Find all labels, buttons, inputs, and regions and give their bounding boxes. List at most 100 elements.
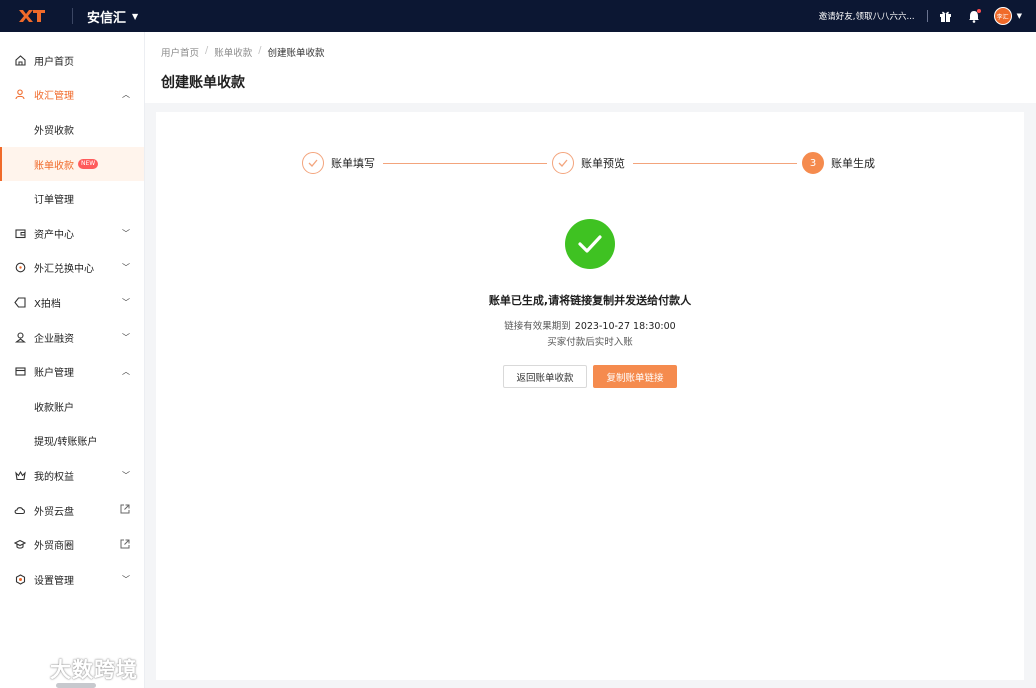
chevron-down-icon: ﹀ [122, 332, 130, 342]
result-card: 账单填写 账单预览 3 账单生成 账单已生成,请将链接复制并发送给付款人 链接有… [156, 112, 1024, 680]
chevron-down-icon: ﹀ [122, 297, 130, 307]
sidebar-item-settings[interactable]: 设置管理 ﹀ [0, 562, 144, 597]
sidebar-item-label: 收款账户 [34, 402, 74, 414]
sidebar-item-label: 企业融资 [34, 333, 74, 345]
page-header: 用户首页 / 账单收款 / 创建账单收款 创建账单收款 [145, 32, 1036, 103]
new-badge: NEW [78, 159, 99, 170]
watermark-text: 大数跨境 [50, 658, 138, 682]
brand-name[interactable]: 安信汇 [87, 7, 126, 26]
settings-icon [14, 573, 26, 585]
sidebar-item-cloud-drive[interactable]: 外贸云盘 [0, 493, 144, 528]
sidebar-item-label: 外贸收款 [34, 125, 74, 137]
check-icon [552, 152, 574, 174]
breadcrumb-separator: / [205, 45, 209, 56]
steps: 账单填写 账单预览 3 账单生成 [302, 152, 878, 176]
step-fill: 账单填写 [302, 152, 375, 174]
top-bar: 安信汇 ▼ 邀请好友,领取八八六六... 李汇 ▼ [0, 0, 1036, 32]
result-title: 账单已生成,请将链接复制并发送给付款人 [488, 294, 692, 307]
breadcrumb-item-home[interactable]: 用户首页 [161, 45, 199, 59]
tag-icon [14, 296, 26, 308]
success-check-icon [565, 219, 615, 269]
finance-icon [14, 331, 26, 343]
sidebar-item-fx[interactable]: 外汇兑换中心 ﹀ [0, 251, 144, 286]
sidebar-item-label: 账户管理 [34, 368, 74, 380]
sidebar-item-assets[interactable]: 资产中心 ﹀ [0, 216, 144, 251]
watermark-logo-icon [8, 661, 44, 677]
step-label: 账单填写 [331, 157, 375, 170]
breadcrumb: 用户首页 / 账单收款 / 创建账单收款 [161, 45, 324, 59]
sidebar-item-label: 订单管理 [34, 195, 74, 207]
breadcrumb-item-current: 创建账单收款 [267, 48, 325, 59]
home-icon [14, 54, 26, 66]
watermark: 大数跨境 [8, 654, 138, 684]
expiry-label: 链接有效果期到 [504, 321, 571, 332]
external-link-icon [120, 539, 130, 551]
graduation-icon [14, 539, 26, 551]
sidebar-item-label: 外贸云盘 [34, 506, 74, 518]
sidebar-item-withdraw-accounts[interactable]: 提现/转账账户 [0, 424, 144, 459]
caret-down-icon[interactable]: ▼ [1017, 12, 1022, 20]
result-note: 买家付款后实时入账 [547, 337, 633, 348]
sidebar-item-label: 收汇管理 [34, 91, 74, 103]
sidebar-item-label: 我的权益 [34, 471, 74, 483]
xt-logo-icon [19, 10, 45, 22]
step-preview: 账单预览 [552, 152, 625, 174]
check-icon [302, 152, 324, 174]
sidebar-item-label: 设置管理 [34, 575, 74, 587]
external-link-icon [120, 504, 130, 516]
avatar[interactable]: 李汇 [993, 7, 1012, 25]
sidebar-item-home[interactable]: 用户首页 [0, 43, 144, 78]
chevron-down-icon: ﹀ [122, 470, 130, 480]
sidebar: 用户首页 收汇管理 ︿ 外贸收款 账单收款 NEW 订单管理 资产中心 ﹀ 外汇… [0, 32, 145, 688]
card-icon [14, 366, 26, 378]
step-label: 账单预览 [581, 157, 625, 170]
step-generate: 3 账单生成 [802, 152, 875, 174]
sidebar-item-label: 提现/转账账户 [34, 437, 98, 449]
sidebar-item-business-circle[interactable]: 外贸商圈 [0, 527, 144, 562]
back-to-bill-button[interactable]: 返回账单收款 [503, 365, 587, 388]
crown-icon [14, 469, 26, 481]
step-connector [383, 163, 547, 164]
sidebar-item-bill-collection[interactable]: 账单收款 NEW [0, 146, 144, 182]
sidebar-item-benefits[interactable]: 我的权益 ﹀ [0, 458, 144, 493]
breadcrumb-item-bill[interactable]: 账单收款 [214, 45, 252, 59]
chevron-down-icon: ﹀ [122, 228, 130, 238]
chevron-up-icon: ︿ [122, 367, 130, 377]
notification-dot [976, 9, 981, 13]
gift-icon[interactable] [938, 8, 954, 24]
breadcrumb-separator: / [258, 45, 262, 56]
chevron-up-icon: ︿ [122, 90, 130, 100]
sidebar-item-financing[interactable]: 企业融资 ﹀ [0, 320, 144, 355]
step-connector [633, 163, 797, 164]
sidebar-item-x-partner[interactable]: X拍档 ﹀ [0, 285, 144, 320]
sidebar-item-orders[interactable]: 订单管理 [0, 181, 144, 216]
divider [926, 10, 928, 22]
sidebar-item-label: 用户首页 [34, 56, 74, 68]
sidebar-item-collection[interactable]: 收汇管理 ︿ [0, 78, 144, 113]
sidebar-item-label: 外汇兑换中心 [34, 264, 94, 276]
expiry-date: 2023-10-27 18:30:00 [574, 321, 676, 332]
caret-down-icon[interactable]: ▼ [132, 12, 138, 21]
sidebar-item-label: 外贸商圈 [34, 541, 74, 553]
sidebar-item-receiving-accounts[interactable]: 收款账户 [0, 389, 144, 424]
sidebar-item-accounts[interactable]: 账户管理 ︿ [0, 354, 144, 389]
sidebar-item-label: X拍档 [34, 298, 61, 310]
sidebar-item-label: 资产中心 [34, 229, 74, 241]
scrollbar-thumb[interactable] [56, 683, 96, 688]
bell-icon[interactable] [966, 8, 982, 24]
copy-link-button[interactable]: 复制账单链接 [593, 365, 677, 388]
chevron-down-icon: ﹀ [122, 263, 130, 273]
user-icon [14, 89, 26, 101]
wallet-icon [14, 227, 26, 239]
sidebar-item-trade-collection[interactable]: 外贸收款 [0, 112, 144, 147]
exchange-icon [14, 262, 26, 274]
step-number: 3 [802, 152, 824, 174]
brand-divider [72, 8, 73, 24]
result-expiry: 链接有效果期到 2023-10-27 18:30:00 [156, 318, 1024, 332]
app-logo[interactable] [18, 8, 46, 24]
invite-link[interactable]: 邀请好友,领取八八六六... [819, 10, 915, 22]
step-label: 账单生成 [831, 157, 875, 170]
cloud-icon [14, 504, 26, 516]
chevron-down-icon: ﹀ [122, 574, 130, 584]
page-title: 创建账单收款 [161, 75, 245, 91]
